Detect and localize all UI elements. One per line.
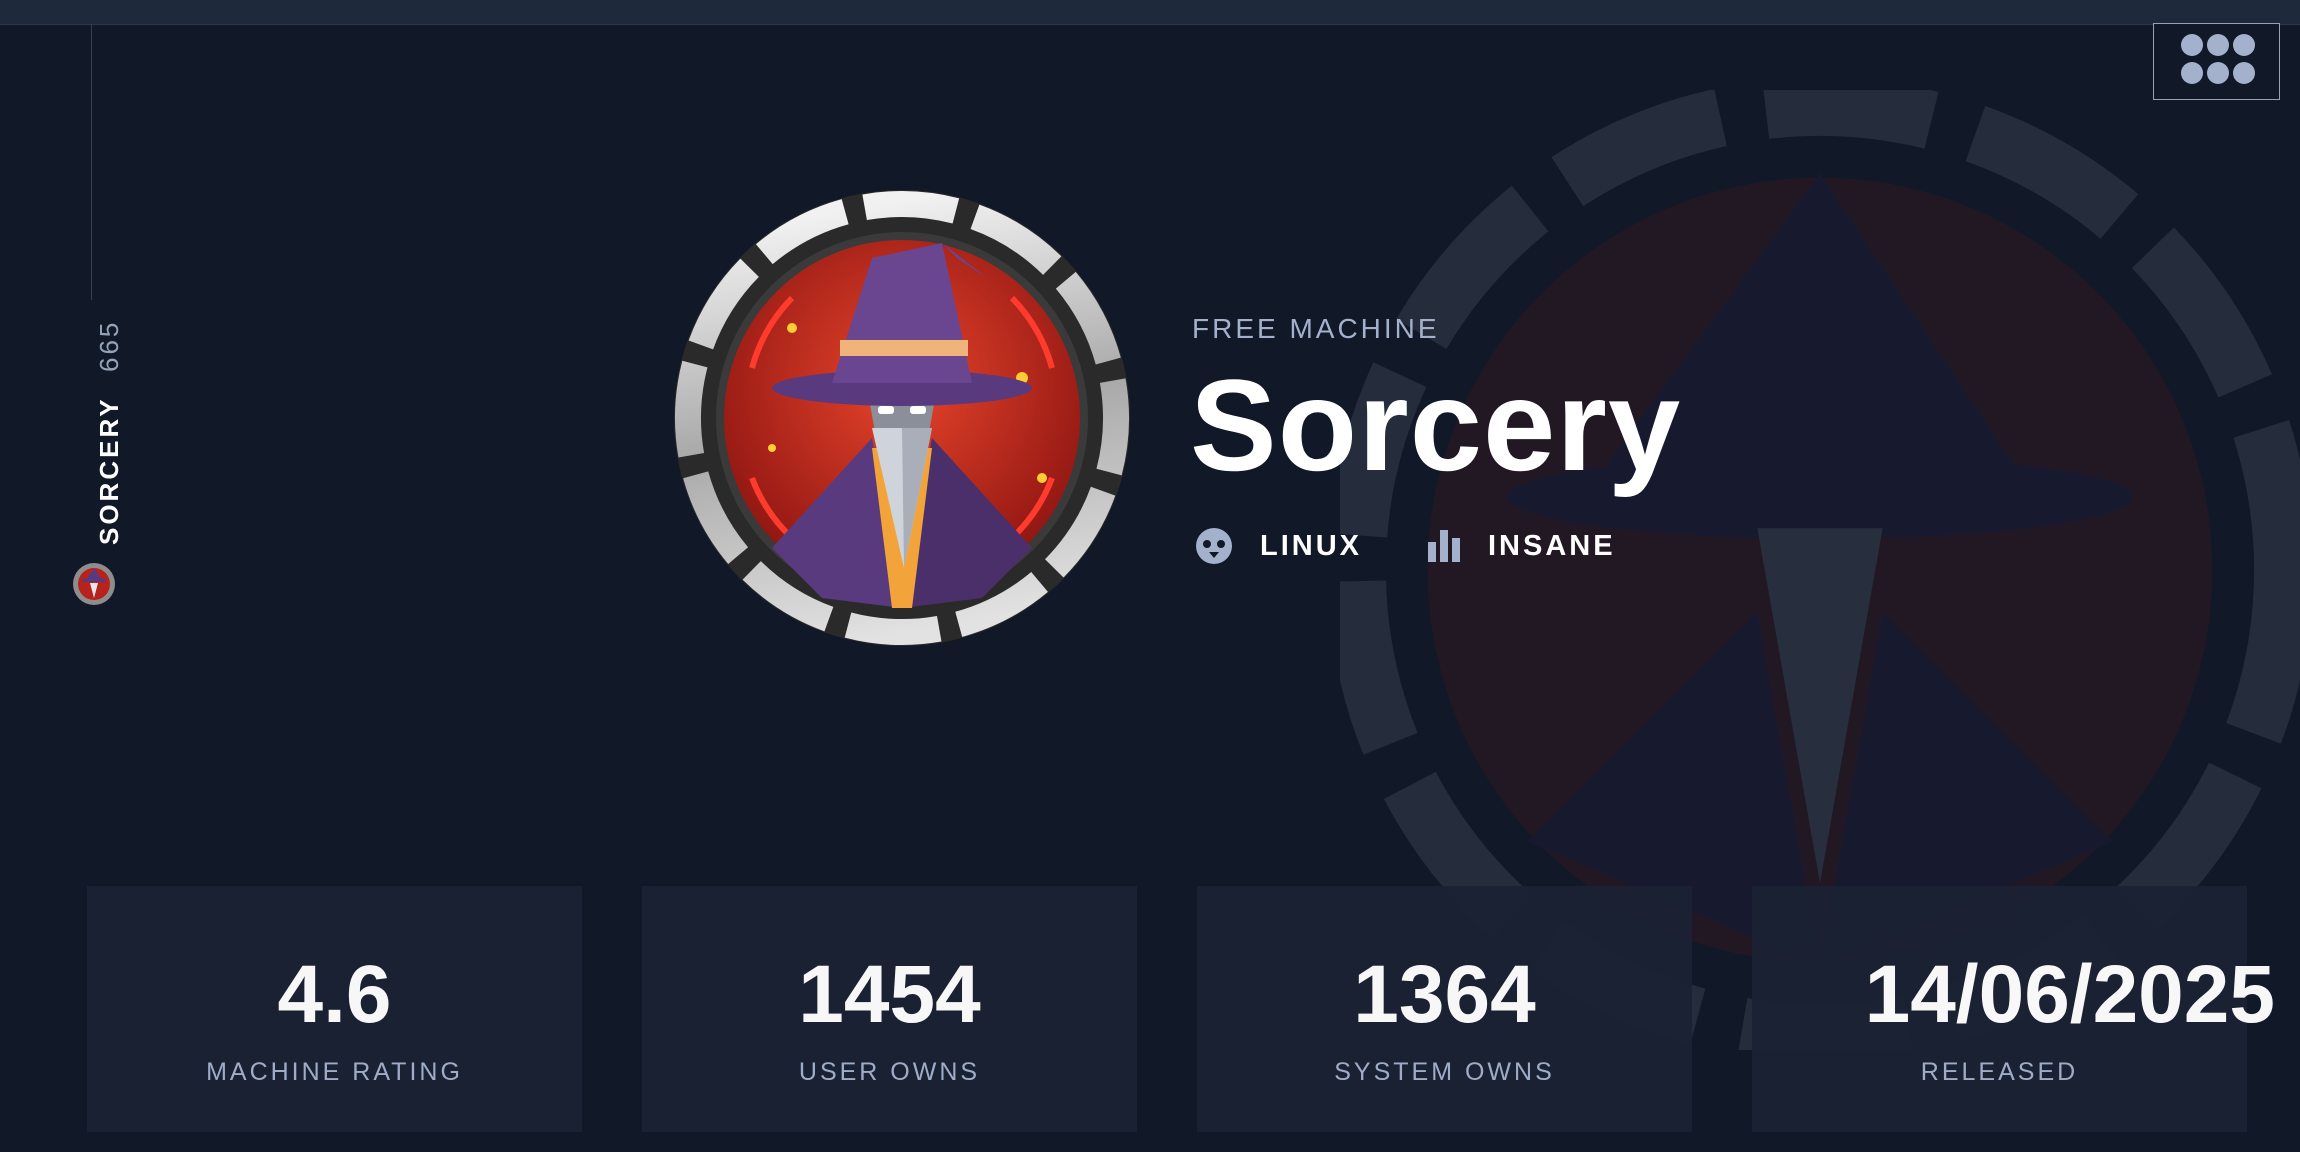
os-label: LINUX (1260, 529, 1362, 562)
grid-menu-button[interactable] (2153, 23, 2280, 100)
stat-label: SYSTEM OWNS (1334, 1058, 1555, 1086)
sidebar-divider (91, 24, 92, 300)
machine-title: Sorcery (1190, 352, 1682, 498)
top-bar (0, 0, 2300, 25)
stat-label: RELEASED (1920, 1058, 2079, 1086)
stat-label: USER OWNS (798, 1058, 981, 1086)
machine-meta: LINUX INSANE (1194, 522, 1680, 570)
stat-card-system-owns: 1364 SYSTEM OWNS (1197, 886, 1692, 1132)
bar-chart-icon (1428, 530, 1460, 562)
stat-value: 14/06/2025 (1864, 949, 2275, 1040)
grid-menu-icon (2181, 34, 2255, 84)
os-badge: LINUX (1194, 526, 1362, 566)
stat-value: 4.6 (277, 949, 392, 1040)
stat-label: MACHINE RATING (206, 1058, 463, 1086)
stat-card-user-owns: 1454 USER OWNS (642, 886, 1137, 1132)
stat-value: 1364 (1353, 949, 1536, 1040)
linux-penguin-icon (1196, 528, 1232, 564)
stat-card-rating: 4.6 MACHINE RATING (87, 886, 582, 1132)
sidebar-machine-id: 665 (94, 320, 124, 373)
stat-card-released: 14/06/2025 RELEASED (1752, 886, 2275, 1132)
stat-value: 1454 (798, 949, 981, 1040)
access-label: FREE MACHINE (1192, 313, 1440, 344)
sidebar-machine-name: SORCERY (94, 396, 124, 546)
difficulty-label: INSANE (1488, 529, 1616, 562)
sidebar-machine-avatar[interactable] (72, 562, 116, 606)
difficulty-badge: INSANE (1426, 528, 1616, 564)
sidebar-machine-label[interactable]: SORCERY 665 (94, 320, 125, 545)
machine-avatar (674, 190, 1130, 646)
